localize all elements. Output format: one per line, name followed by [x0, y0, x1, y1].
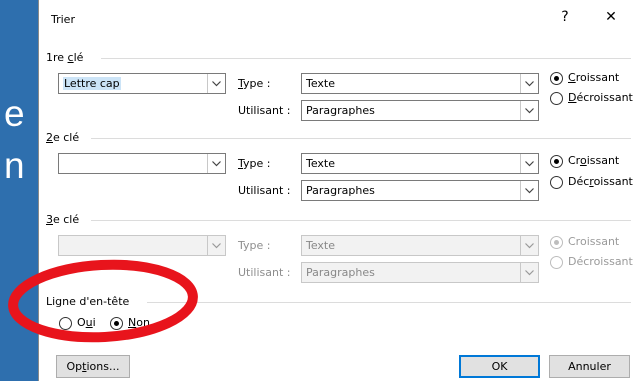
key3-descending-radio	[550, 256, 563, 269]
key3-using-value: Paragraphes	[306, 266, 375, 279]
sort-dialog: Trier ? ✕ 1re clé Lettre cap Type : Text…	[38, 0, 638, 381]
key3-using-combo: Paragraphes	[301, 262, 539, 283]
chevron-down-icon[interactable]	[520, 154, 538, 173]
key2-sortby-combo[interactable]	[58, 153, 226, 174]
chevron-down-icon[interactable]	[207, 74, 225, 93]
chevron-down-icon	[207, 236, 225, 255]
key3-type-value: Texte	[306, 239, 336, 252]
key1-sortby-value: Lettre cap	[63, 77, 121, 90]
key2-ascending-label[interactable]: Croissant	[568, 154, 619, 167]
key1-separator	[101, 58, 631, 59]
chevron-down-icon[interactable]	[207, 154, 225, 173]
help-button[interactable]: ?	[553, 9, 577, 25]
key1-type-value: Texte	[306, 77, 336, 90]
key1-sortby-combo[interactable]: Lettre cap	[58, 73, 226, 94]
key2-type-value: Texte	[306, 157, 336, 170]
options-button[interactable]: Op t ions...	[56, 355, 130, 378]
close-button[interactable]: ✕	[599, 9, 623, 25]
key2-descending-label[interactable]: Décroissant	[568, 175, 633, 188]
header-no-label[interactable]: Non	[128, 316, 150, 329]
key2-separator	[91, 138, 631, 139]
key3-using-label: Utilisant :	[238, 266, 291, 279]
key2-type-combo[interactable]: Texte	[301, 153, 539, 174]
key2-ascending-radio[interactable]	[550, 155, 563, 168]
key1-label: 1re clé	[46, 51, 84, 64]
key1-using-value: Paragraphes	[306, 104, 375, 117]
key1-ascending-label[interactable]: Croissant	[568, 71, 619, 84]
key2-descending-radio[interactable]	[550, 176, 563, 189]
key2-label: 2e clé	[46, 131, 80, 144]
key2-using-label: Utilisant :	[238, 184, 291, 197]
chevron-down-icon	[520, 263, 538, 282]
key2-using-combo[interactable]: Paragraphes	[301, 180, 539, 201]
header-separator	[147, 302, 631, 303]
background-text-1: e	[4, 93, 25, 134]
key3-descending-label: Décroissant	[568, 255, 633, 268]
key1-descending-label[interactable]: Décroissant	[568, 91, 633, 104]
header-row-label: Ligne d'en-tête	[46, 295, 130, 308]
key3-sortby-combo	[58, 235, 226, 256]
chevron-down-icon[interactable]	[520, 101, 538, 120]
key3-ascending-radio	[550, 236, 563, 249]
chevron-down-icon[interactable]	[520, 181, 538, 200]
cancel-button[interactable]: Annuler	[549, 355, 630, 378]
key3-ascending-label: Croissant	[568, 235, 620, 248]
dialog-title: Trier	[51, 13, 75, 26]
key3-type-combo: Texte	[301, 235, 539, 256]
key1-type-label: Type :	[238, 77, 271, 90]
key2-using-value: Paragraphes	[306, 184, 375, 197]
key3-separator	[91, 220, 631, 221]
key3-label: 3e clé	[46, 213, 80, 226]
key2-type-label: Type :	[238, 157, 271, 170]
chevron-down-icon[interactable]	[520, 74, 538, 93]
background-text-2: n	[4, 145, 25, 186]
key1-ascending-radio[interactable]	[550, 72, 563, 85]
header-yes-radio[interactable]	[59, 317, 72, 330]
header-yes-label[interactable]: Oui	[77, 316, 96, 329]
key1-type-combo[interactable]: Texte	[301, 73, 539, 94]
key1-using-combo[interactable]: Paragraphes	[301, 100, 539, 121]
close-icon: ✕	[605, 9, 617, 25]
key3-type-label: Type :	[238, 239, 271, 252]
chevron-down-icon	[520, 236, 538, 255]
header-no-radio[interactable]	[110, 317, 123, 330]
ok-button[interactable]: OK	[459, 355, 540, 378]
key1-descending-radio[interactable]	[550, 92, 563, 105]
key1-using-label: Utilisant :	[238, 104, 291, 117]
